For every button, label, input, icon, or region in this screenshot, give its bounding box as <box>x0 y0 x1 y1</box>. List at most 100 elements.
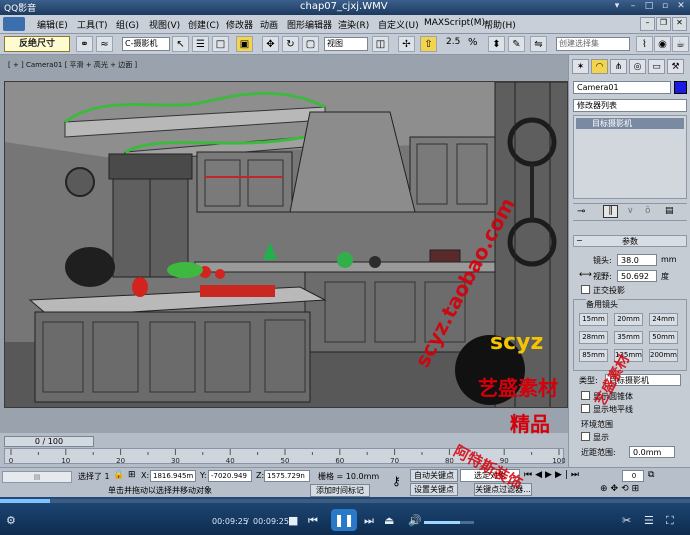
edit-named-sel-icon[interactable]: ✎ <box>508 36 525 52</box>
fov-direction-icon[interactable]: ⟷ <box>579 270 592 280</box>
move-icon[interactable]: ✥ <box>262 36 279 52</box>
menu-animation[interactable]: 动画 <box>260 18 278 31</box>
open-file-button[interactable]: ⏏ <box>384 514 394 527</box>
menu-create[interactable]: 创建(C) <box>188 18 219 31</box>
scale-icon[interactable]: ▢ <box>302 36 319 52</box>
display-tab-icon[interactable]: ▭ <box>648 59 665 74</box>
angle-snap-label[interactable]: 2.5 <box>446 37 460 47</box>
lens-50mm-button[interactable]: 50mm <box>649 331 678 344</box>
select-object-icon[interactable]: ↖ <box>172 36 189 52</box>
hierarchy-tab-icon[interactable]: ⋔ <box>610 59 627 74</box>
playlist-icon[interactable]: ☰ <box>644 514 654 527</box>
snap-toggle-icon[interactable]: ⇧ <box>420 36 437 52</box>
current-frame-input[interactable]: 0 <box>622 470 644 482</box>
fov-input[interactable]: 50.692 <box>617 270 657 282</box>
make-unique-icon[interactable]: ∨ <box>627 206 634 216</box>
y-coordinate-input[interactable]: -7020.949 <box>208 470 252 482</box>
object-color-swatch[interactable] <box>674 81 687 94</box>
render-icon[interactable]: ☕ <box>672 36 689 52</box>
volume-icon[interactable]: 🔊 <box>408 514 422 527</box>
configure-sets-icon[interactable]: ▤ <box>665 206 674 216</box>
menu-group[interactable]: 组(G) <box>116 18 139 31</box>
select-by-name-icon[interactable]: ☰ <box>192 36 209 52</box>
mirror-icon[interactable]: ⇋ <box>530 36 547 52</box>
modifier-list-select[interactable]: 修改器列表 <box>573 99 687 112</box>
viewport-label[interactable]: [ + ] Camera01 [ 平滑 + 高光 + 边面 ] <box>8 60 137 70</box>
link-icon[interactable]: ⚭ <box>76 36 93 52</box>
curve-editor-icon[interactable]: ⌇ <box>636 36 653 52</box>
rotate-icon[interactable]: ↻ <box>282 36 299 52</box>
near-range-input[interactable]: 0.0mm <box>629 446 675 458</box>
pivot-icon[interactable]: ◫ <box>372 36 389 52</box>
spinner-snap-icon[interactable]: ⬍ <box>488 36 505 52</box>
menu-edit[interactable]: 编辑(E) <box>37 18 68 31</box>
player-minimize-button[interactable]: – <box>626 1 640 13</box>
lens-200mm-button[interactable]: 200mm <box>649 349 678 362</box>
ref-coord-select[interactable]: 视图 <box>324 37 368 51</box>
manipulate-icon[interactable]: ✢ <box>398 36 415 52</box>
show-cone-checkbox[interactable] <box>581 391 590 400</box>
menu-tools[interactable]: 工具(T) <box>77 18 108 31</box>
create-tab-icon[interactable]: ✶ <box>572 59 589 74</box>
player-skin-icon[interactable]: ▾ <box>610 1 624 13</box>
rect-selection-icon[interactable]: □ <box>212 36 229 52</box>
menu-views[interactable]: 视图(V) <box>149 18 180 31</box>
toolbox-icon[interactable]: ✂ <box>622 514 631 527</box>
maxscript-listener-icon[interactable]: ▤ <box>2 471 72 483</box>
material-editor-icon[interactable]: ◉ <box>654 36 671 52</box>
utilities-tab-icon[interactable]: ⚒ <box>667 59 684 74</box>
percent-snap-label[interactable]: % <box>468 37 478 48</box>
key-icon[interactable]: ⚷ <box>392 474 401 488</box>
set-key-button[interactable]: 设置关键点 <box>410 483 458 496</box>
lens-35mm-button[interactable]: 35mm <box>614 331 643 344</box>
stop-button[interactable]: ■ <box>288 514 298 527</box>
fullscreen-icon[interactable]: ⛶ <box>666 514 674 528</box>
camera-navigation-icon[interactable]: ⊕✥⟲⊞ <box>600 484 642 494</box>
max-restore-button[interactable]: ❐ <box>656 17 671 31</box>
previous-button[interactable]: ⏮ <box>308 514 318 528</box>
player-restore-icon[interactable]: ▫ <box>658 1 672 13</box>
lens-85mm-button[interactable]: 85mm <box>579 349 608 362</box>
lens-input[interactable]: 38.0 <box>617 254 657 266</box>
max-minimize-button[interactable]: – <box>640 17 655 31</box>
env-show-checkbox[interactable] <box>581 432 590 441</box>
motion-tab-icon[interactable]: ◎ <box>629 59 646 74</box>
object-name-field[interactable]: Camera01 <box>573 81 671 94</box>
playback-controls-icon[interactable]: ⏮◀▶▶|⏭ <box>524 470 582 480</box>
lens-15mm-button[interactable]: 15mm <box>579 313 608 326</box>
max-app-icon[interactable] <box>3 17 25 31</box>
lens-20mm-button[interactable]: 20mm <box>614 313 643 326</box>
named-selection-input[interactable]: 创建选择集 <box>556 37 630 51</box>
menu-graph-editors[interactable]: 图形编辑器 <box>287 18 332 31</box>
selection-filter-select[interactable]: C-摄影机 <box>122 37 170 51</box>
max-close-button[interactable]: ✕ <box>672 17 687 31</box>
time-config-icon[interactable]: ⧉ <box>648 470 654 480</box>
show-horizon-checkbox[interactable] <box>581 404 590 413</box>
absolute-mode-icon[interactable]: ⊞ <box>128 470 136 480</box>
lens-24mm-button[interactable]: 24mm <box>649 313 678 326</box>
menu-help[interactable]: 帮助(H) <box>484 18 516 31</box>
rollout-parameters[interactable]: − 参数 <box>573 235 687 247</box>
lock-selection-icon[interactable]: 🔒 <box>113 470 124 480</box>
pin-stack-icon[interactable]: ⊸ <box>577 206 585 217</box>
player-maximize-button[interactable]: □ <box>642 1 656 13</box>
player-close-button[interactable]: ✕ <box>674 1 688 13</box>
pause-button[interactable]: ❚❚ <box>331 509 357 531</box>
menu-customize[interactable]: 自定义(U) <box>378 18 419 31</box>
time-slider[interactable]: 0 / 100 <box>4 436 94 447</box>
playback-progress-bar[interactable] <box>0 499 690 503</box>
remove-modifier-icon[interactable]: ô <box>645 206 651 216</box>
menu-maxscript[interactable]: MAXScript(M) <box>424 18 485 28</box>
show-end-result-icon[interactable]: ∥ <box>603 205 618 218</box>
window-crossing-icon[interactable]: ▣ <box>236 36 253 52</box>
add-time-tag-button[interactable]: 添加时间标记 <box>310 484 370 497</box>
player-settings-icon[interactable]: ⚙ <box>6 514 16 527</box>
x-coordinate-input[interactable]: 1816.945m <box>150 470 196 482</box>
lens-28mm-button[interactable]: 28mm <box>579 331 608 344</box>
next-button[interactable]: ⏭ <box>364 514 374 528</box>
ortho-checkbox[interactable] <box>581 285 590 294</box>
menu-rendering[interactable]: 渲染(R) <box>338 18 369 31</box>
modify-tab-icon[interactable]: ◠ <box>591 59 608 74</box>
auto-key-button[interactable]: 自动关键点 <box>410 469 458 482</box>
menu-modifiers[interactable]: 修改器 <box>226 18 253 31</box>
